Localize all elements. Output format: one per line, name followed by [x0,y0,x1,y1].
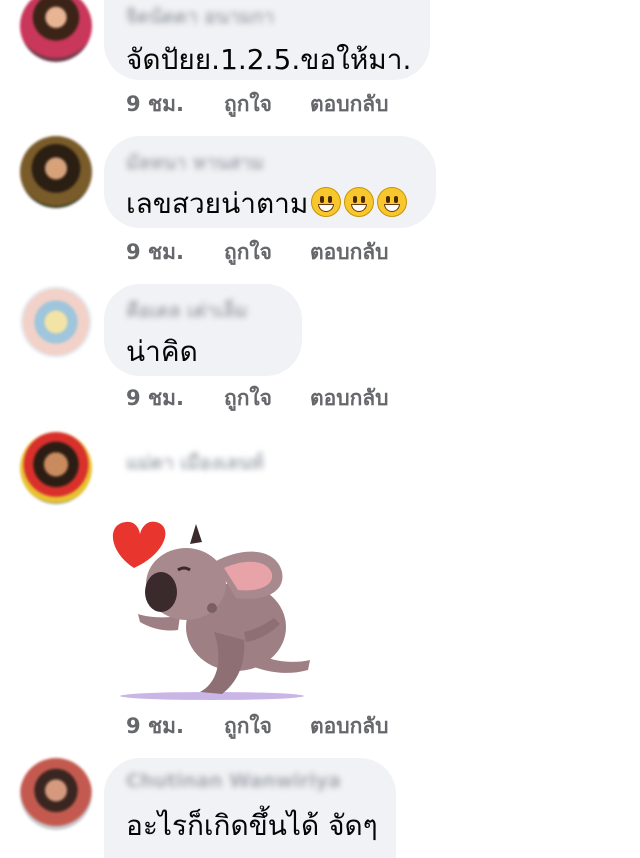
comment-author[interactable]: คือเดล เต่าเล็ม [126,296,247,326]
comment-author[interactable]: Chutinan Wanwiriya [126,770,341,792]
grinning-face-icon [311,187,342,217]
comment-timestamp[interactable]: 9 ชม. [126,236,184,269]
reply-button[interactable]: ตอบกลับ [310,88,389,121]
comment-bubble: จิดนัดดา อนามกา จัดปัยย.1.2.5.ขอให้มา. [104,0,430,80]
like-button[interactable]: ถูกใจ [224,710,272,743]
comment-timestamp[interactable]: 9 ชม. [126,382,184,415]
like-button[interactable]: ถูกใจ [224,88,272,121]
reply-button[interactable]: ตอบกลับ [310,236,389,269]
avatar[interactable] [20,286,92,358]
comment-actions: 9 ชม. ถูกใจ ตอบกลับ [126,88,389,121]
grinning-face-icon [377,187,408,217]
comment-author[interactable]: แม่ดา เมืองเลนท์ [126,448,264,478]
comment-actions: 9 ชม. ถูกใจ ตอบกลับ [126,710,389,743]
comment-text: อะไรก็เกิดขึ้นได้ จัดๆ [126,809,378,842]
avatar[interactable] [20,0,92,62]
comment-actions: 9 ชม. ถูกใจ ตอบกลับ [126,236,389,269]
comment-author[interactable]: จิดนัดดา อนามกา [126,2,274,32]
comment-bubble: มัลหนา หานสาม เลขสวยน่าตาม [104,136,436,228]
dog-blowing-kiss-sticker[interactable] [104,512,334,707]
avatar[interactable] [20,758,92,830]
comment-timestamp[interactable]: 9 ชม. [126,710,184,743]
comment-bubble: คือเดล เต่าเล็ม น่าคิด [104,284,302,376]
comment-timestamp[interactable]: 9 ชม. [126,88,184,121]
comment-text: น่าคิด [126,335,198,368]
comment-text: เลขสวยน่าตาม [126,182,408,226]
avatar[interactable] [20,136,92,208]
comment-author[interactable]: มัลหนา หานสาม [126,148,264,178]
comment-text: จัดปัยย.1.2.5.ขอให้มา. [126,43,412,76]
reply-button[interactable]: ตอบกลับ [310,710,389,743]
comment-bubble: Chutinan Wanwiriya อะไรก็เกิดขึ้นได้ จัด… [104,758,396,858]
reply-button[interactable]: ตอบกลับ [310,382,389,415]
avatar[interactable] [20,432,92,504]
comment-actions: 9 ชม. ถูกใจ ตอบกลับ [126,382,389,415]
like-button[interactable]: ถูกใจ [224,382,272,415]
grinning-face-icon [344,187,375,217]
comment-text-content: เลขสวยน่าตาม [126,187,309,220]
like-button[interactable]: ถูกใจ [224,236,272,269]
